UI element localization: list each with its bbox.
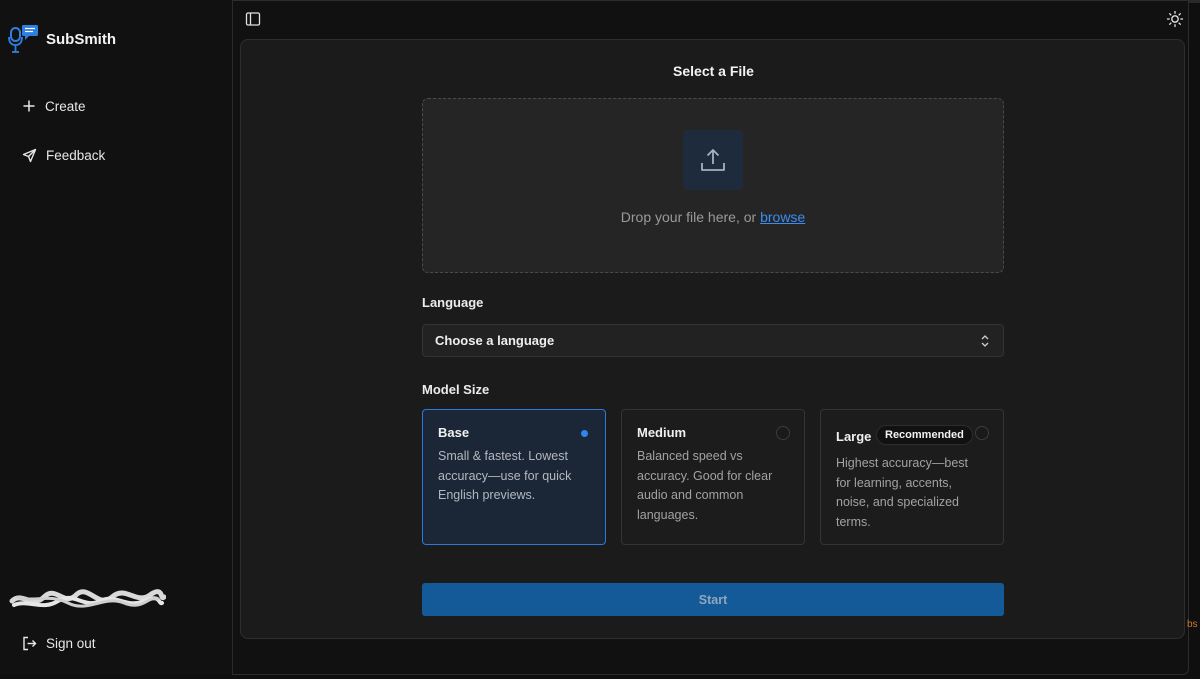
app-name: SubSmith [46,31,116,48]
model-option-description: Balanced speed vs accuracy. Good for cle… [637,449,773,523]
logo-microphone-icon [8,25,38,53]
send-icon [22,148,37,162]
chevron-up-down-icon [981,335,989,347]
language-select[interactable]: Choose a language [422,324,1004,357]
page-title: Select a File [673,63,754,79]
edge-text-fragment: bs [1187,619,1198,630]
upload-card: Select a File Drop your file here, or br… [240,39,1185,639]
language-label: Language [422,295,484,310]
upload-icon-box [683,130,743,190]
sidebar-toggle-icon[interactable] [245,11,261,27]
model-option-description: Highest accuracy—best for learning, acce… [836,456,969,530]
language-select-value: Choose a language [435,333,555,348]
sidebar-item-label: Feedback [46,147,106,163]
plus-icon [23,100,35,112]
model-option-name: Large [836,429,872,444]
file-dropzone[interactable]: Drop your file here, or browse [422,98,1004,273]
model-option-large[interactable]: Large Recommended Highest accuracy—best … [820,409,1004,545]
recommended-badge: Recommended [876,425,973,445]
model-size-label: Model Size [422,382,490,397]
upload-icon [701,149,725,171]
radio-unselected[interactable] [776,426,790,440]
browse-link[interactable]: browse [760,209,805,225]
dropzone-prompt: Drop your file here, or [620,209,757,225]
sign-out-icon [23,636,37,650]
model-option-name: Base [438,425,470,440]
redacted-username-scribble [9,589,166,608]
radio-selected[interactable] [577,426,591,440]
sign-out-label: Sign out [46,635,96,651]
sidebar-item-feedback[interactable]: Feedback [22,143,105,167]
sun-icon[interactable] [1166,10,1184,28]
start-button[interactable]: Start [422,583,1004,616]
model-option-name: Medium [637,425,687,440]
model-option-description: Small & fastest. Lowest accuracy—use for… [438,449,572,503]
sidebar-item-create[interactable]: Create [22,94,86,118]
radio-unselected[interactable] [975,426,989,440]
dropzone-text: Drop your file here, or browse [423,209,1003,225]
sidebar-item-label: Create [45,98,86,114]
sign-out-button[interactable]: Sign out [22,631,96,655]
model-option-medium[interactable]: Medium Balanced speed vs accuracy. Good … [621,409,805,545]
model-option-base[interactable]: Base Small & fastest. Lowest accuracy—us… [422,409,606,545]
sidebar: SubSmith Create Feedback Sign out [0,0,233,675]
